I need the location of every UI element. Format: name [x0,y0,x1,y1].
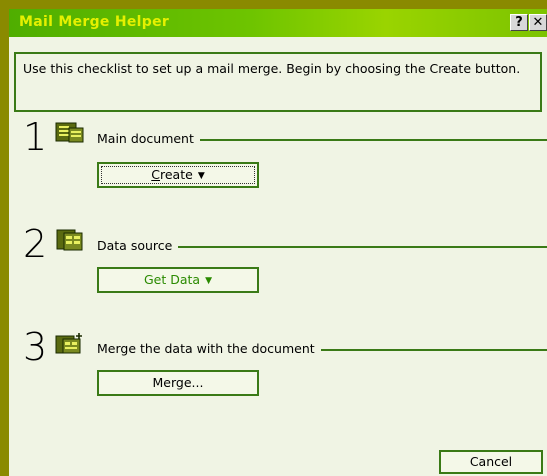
help-button[interactable]: ? [510,14,528,31]
mail-merge-helper-dialog: Mail Merge Helper ? ✕ Use this checklist… [9,9,547,476]
dropdown-arrow-icon: ▼ [197,171,205,181]
step-number: 3 [23,325,48,369]
window-title: Mail Merge Helper [19,14,170,30]
get-data-button-label: Get Data ▼ [143,272,213,287]
step-label: Merge the data with the document [97,341,321,356]
merge-icon [55,333,82,354]
step-label: Main document [97,131,200,146]
title-bar[interactable]: Mail Merge Helper ? ✕ [9,9,547,37]
cancel-button[interactable]: Cancel [439,450,543,474]
dropdown-arrow-icon: ▼ [205,276,213,286]
merge-button[interactable]: Merge... [97,370,259,396]
create-button[interactable]: Create ▼ [97,162,259,188]
close-button[interactable]: ✕ [529,14,547,31]
instructions-text: Use this checklist to set up a mail merg… [23,61,521,76]
main-document-icon [55,122,84,143]
instructions-panel: Use this checklist to set up a mail merg… [14,52,542,112]
step-label: Data source [97,238,179,253]
step-number: 2 [23,222,48,266]
data-source-icon [56,229,83,251]
create-button-label: Create ▼ [151,167,205,182]
get-data-button[interactable]: Get Data ▼ [97,267,259,293]
step-number: 1 [23,115,48,159]
